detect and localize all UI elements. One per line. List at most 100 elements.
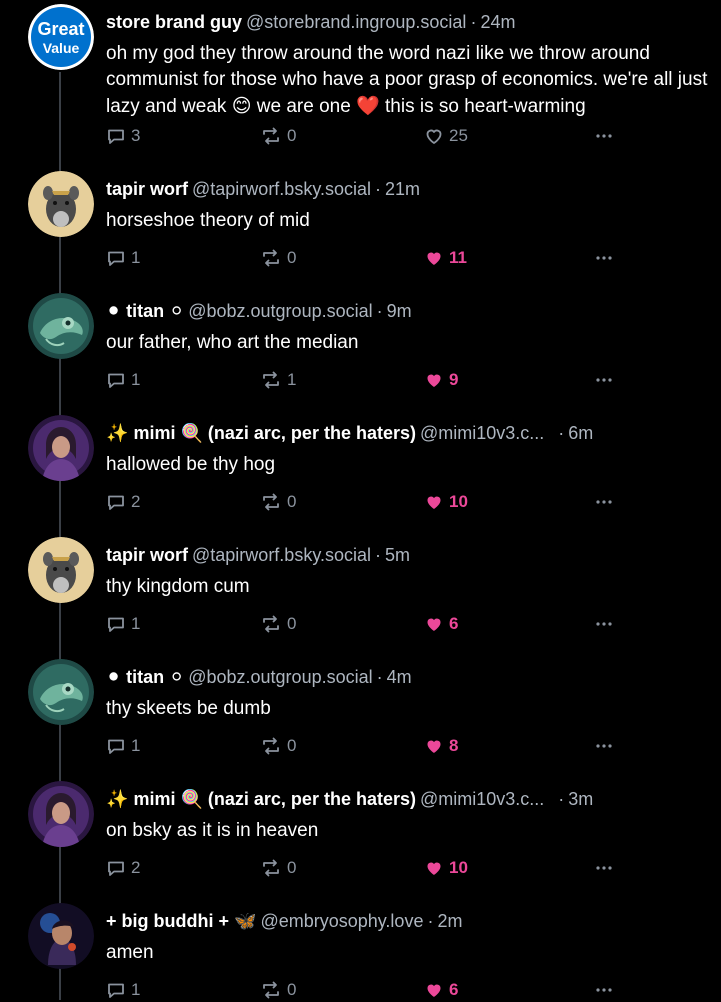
repost-button[interactable]: 0 <box>260 978 296 1002</box>
more-options-button[interactable] <box>594 490 614 514</box>
repost-button[interactable]: 0 <box>260 246 296 270</box>
reply-button[interactable]: 2 <box>106 856 140 880</box>
repost-button[interactable]: 0 <box>260 734 296 758</box>
white-circle-emoji: ⚪ <box>169 667 185 688</box>
post-actions: 1 0 6 <box>106 978 626 1002</box>
reply-icon <box>108 129 124 144</box>
handle[interactable]: @tapirworf.bsky.social <box>192 545 371 565</box>
display-name[interactable]: tapir worf <box>106 179 188 199</box>
timestamp[interactable]: 2m <box>437 911 462 931</box>
repost-button[interactable]: 0 <box>260 124 296 148</box>
like-button[interactable]: 10 <box>424 856 468 880</box>
separator-dot: · <box>558 423 565 443</box>
heart-filled-icon <box>427 984 441 997</box>
post[interactable]: Great Value store brand guy @storebrand.i… <box>0 4 721 154</box>
like-button[interactable]: 25 <box>424 124 468 148</box>
display-name[interactable]: tapir worf <box>106 545 188 565</box>
timestamp[interactable]: 3m <box>568 789 593 809</box>
reply-icon <box>108 861 124 876</box>
like-button[interactable]: 11 <box>424 246 467 270</box>
avatar[interactable] <box>28 537 94 603</box>
repost-button[interactable]: 0 <box>260 612 296 636</box>
more-options-button[interactable] <box>594 246 614 270</box>
post-text: oh my god they throw around the word naz… <box>106 41 711 120</box>
avatar[interactable] <box>28 171 94 237</box>
post[interactable]: ✨ mimi 🍭 (nazi arc, per the haters) @mimi… <box>0 415 721 525</box>
reply-button[interactable]: 2 <box>106 490 140 514</box>
more-options-button[interactable] <box>594 368 614 392</box>
like-button[interactable]: 6 <box>424 612 458 636</box>
display-name-text: mimi <box>133 423 176 443</box>
text-part: this is so heart-warming <box>379 96 586 117</box>
timestamp[interactable]: 21m <box>385 179 420 199</box>
avatar[interactable] <box>28 293 94 359</box>
repost-button[interactable]: 0 <box>260 856 296 880</box>
timestamp[interactable]: 4m <box>387 667 412 687</box>
reply-button[interactable]: 1 <box>106 368 140 392</box>
reply-count: 1 <box>131 736 141 755</box>
more-options-button[interactable] <box>594 856 614 880</box>
display-name-rest: (nazi arc, per the haters) <box>207 789 416 809</box>
avatar[interactable] <box>28 415 94 481</box>
repost-button[interactable]: 0 <box>260 490 296 514</box>
handle[interactable]: @embryosophy.love <box>260 911 423 931</box>
reply-button[interactable]: 1 <box>106 246 140 270</box>
post-actions: 1 0 8 <box>106 734 626 758</box>
display-name[interactable]: store brand guy <box>106 12 242 32</box>
post[interactable]: + big buddhi + 🦋 @embryosophy.love · 2m ame… <box>0 903 721 1000</box>
display-name-text: titan <box>126 301 165 321</box>
handle[interactable]: @mimi10v3.c... <box>420 789 544 809</box>
avatar[interactable] <box>28 903 94 969</box>
white-circle-emoji: ⚪ <box>169 301 185 322</box>
handle[interactable]: @tapirworf.bsky.social <box>192 179 371 199</box>
like-count: 6 <box>449 614 459 633</box>
reply-button[interactable]: 1 <box>106 978 140 1002</box>
display-name-text: titan <box>126 667 165 687</box>
repost-icon <box>263 249 279 267</box>
display-name-text: + big buddhi + <box>106 911 229 931</box>
handle[interactable]: @storebrand.ingroup.social <box>246 12 466 32</box>
post[interactable]: tapir worf @tapirworf.bsky.social · 5m thy … <box>0 537 721 647</box>
more-options-button[interactable] <box>594 612 614 636</box>
handle[interactable]: @bobz.outgroup.social <box>188 301 372 321</box>
more-options-button[interactable] <box>594 978 614 1002</box>
like-button[interactable]: 6 <box>424 978 458 1002</box>
handle[interactable]: @bobz.outgroup.social <box>188 667 372 687</box>
display-name[interactable]: + big buddhi + 🦋 <box>106 911 256 932</box>
reply-button[interactable]: 3 <box>106 124 140 148</box>
repost-icon <box>263 371 279 389</box>
avatar[interactable]: Great Value <box>28 4 94 70</box>
more-options-button[interactable] <box>594 734 614 758</box>
separator-dot: · <box>375 179 382 199</box>
like-button[interactable]: 9 <box>424 368 458 392</box>
more-icon <box>596 134 612 138</box>
handle[interactable]: @mimi10v3.c... <box>420 423 544 443</box>
lollipop-emoji: 🍭 <box>180 423 203 444</box>
post[interactable]: tapir worf @tapirworf.bsky.social · 21m hor… <box>0 171 721 281</box>
repost-button[interactable]: 1 <box>260 368 296 392</box>
timestamp[interactable]: 24m <box>480 12 515 32</box>
repost-count: 0 <box>287 736 297 755</box>
post-actions: 2 0 10 <box>106 856 626 880</box>
timestamp[interactable]: 6m <box>568 423 593 443</box>
like-button[interactable]: 10 <box>424 490 468 514</box>
post-header: tapir worf @tapirworf.bsky.social · 21m <box>106 177 709 201</box>
reply-button[interactable]: 1 <box>106 734 140 758</box>
display-name[interactable]: ✨ mimi 🍭 (nazi arc, per the haters) <box>106 423 416 444</box>
timestamp[interactable]: 9m <box>387 301 412 321</box>
avatar[interactable] <box>28 659 94 725</box>
display-name[interactable]: ⚫ titan ⚪ <box>106 667 185 688</box>
mimi-avatar-icon <box>28 415 94 481</box>
reply-button[interactable]: 1 <box>106 612 140 636</box>
like-button[interactable]: 8 <box>424 734 458 758</box>
post-text: hallowed be thy hog <box>106 454 276 475</box>
post[interactable]: ⚫ titan ⚪ @bobz.outgroup.social · 9m our fa… <box>0 293 721 403</box>
post[interactable]: ⚫ titan ⚪ @bobz.outgroup.social · 4m thy sk… <box>0 659 721 769</box>
post-text: on bsky as it is in heaven <box>106 820 319 841</box>
more-options-button[interactable] <box>594 124 614 148</box>
timestamp[interactable]: 5m <box>385 545 410 565</box>
display-name[interactable]: ✨ mimi 🍭 (nazi arc, per the haters) <box>106 789 416 810</box>
post[interactable]: ✨ mimi 🍭 (nazi arc, per the haters) @mimi… <box>0 781 721 891</box>
display-name[interactable]: ⚫ titan ⚪ <box>106 301 185 322</box>
avatar[interactable] <box>28 781 94 847</box>
